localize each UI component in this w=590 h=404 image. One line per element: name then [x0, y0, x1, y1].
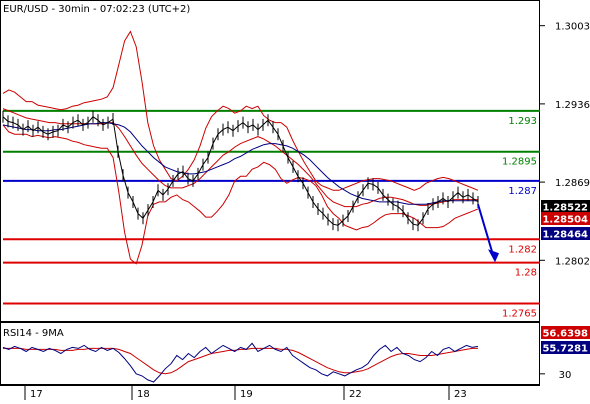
chart-title: EUR/USD - 30min - 07:02:23 (UTC+2) [3, 4, 190, 15]
y-tick-label-0: 1.3003 [555, 22, 590, 33]
rsi-badge-label-1: 55.7281 [542, 344, 588, 355]
chart-background [0, 0, 590, 400]
chart-root: EUR/USD - 30min - 07:02:23 (UTC+2) RSI14… [0, 0, 590, 400]
level-label-2: 1.287 [508, 186, 537, 197]
y-tick-label-2: 1.2869 [555, 178, 590, 189]
y-tick-label-1: 1.2936 [555, 100, 590, 111]
price-badges: 1.285221.28504 1.28464 [541, 200, 590, 241]
x-tick-label-3: 22 [349, 389, 362, 400]
rsi-y-tick-label-0: 30 [559, 370, 572, 381]
level-label-3: 1.282 [508, 244, 537, 255]
price-badge-label-1: 1.28504 [542, 215, 588, 226]
level-label-5: 1.2765 [502, 308, 537, 319]
y-tick-label-3: 1.2802 [555, 256, 590, 267]
chart-svg: EUR/USD - 30min - 07:02:23 (UTC+2) RSI14… [0, 0, 590, 400]
price-badge-label-0: 1.28522 [542, 203, 588, 214]
x-tick-label-0: 17 [30, 389, 43, 400]
rsi-title: RSI14 - 9MA [3, 328, 64, 339]
x-tick-label-2: 19 [240, 389, 253, 400]
level-label-1: 1.2895 [502, 157, 537, 168]
x-tick-label-4: 23 [454, 389, 467, 400]
x-tick-label-1: 18 [137, 389, 150, 400]
level-label-4: 1.28 [515, 268, 537, 279]
level-label-0: 1.293 [508, 116, 537, 127]
rsi-badge-label-0: 56.6398 [542, 329, 588, 340]
price-badge-label-2: 1.28464 [542, 230, 588, 241]
